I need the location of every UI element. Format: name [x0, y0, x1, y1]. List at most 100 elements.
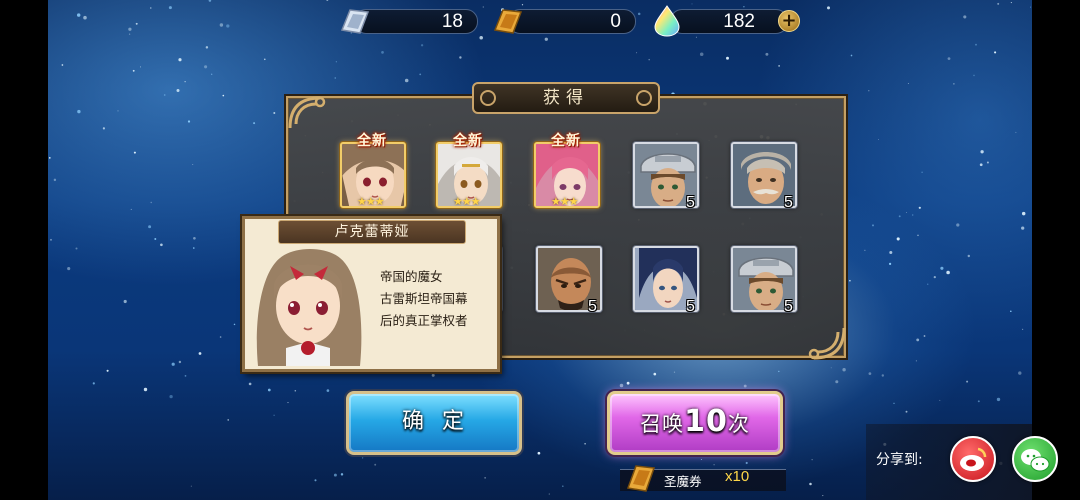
star-particle: [192, 163, 194, 166]
star-particle: [184, 375, 187, 377]
star-particle: [893, 402, 895, 404]
star-particle: [168, 6, 172, 10]
star-particle: [294, 389, 297, 392]
add-crystal-button[interactable]: +: [778, 10, 800, 32]
character-card[interactable]: ★★★: [340, 142, 406, 208]
duplicate-count: 5: [686, 298, 695, 315]
star-particle: [827, 6, 830, 10]
blue-ticket-icon: [340, 9, 370, 34]
star-particle: [102, 127, 105, 130]
character-card[interactable]: ★★★: [534, 142, 600, 208]
title-ornament-right: [636, 90, 652, 106]
star-particle: [340, 473, 344, 476]
description-line: 帝国的魔女: [380, 269, 443, 284]
star-particle: [106, 369, 109, 372]
star-particle: [907, 83, 909, 84]
star-particle: [537, 451, 541, 455]
star-particle: [198, 352, 202, 355]
star-particle: [50, 238, 52, 241]
star-particle: [979, 163, 983, 167]
star-particle: [939, 399, 941, 401]
star-particle: [211, 73, 213, 75]
star-particle: [117, 110, 119, 112]
ticket-multiplier: x10: [725, 468, 750, 485]
star-particle: [871, 224, 875, 227]
star-particle: [171, 362, 175, 366]
star-particle: [419, 73, 422, 76]
panel-title: 获得: [472, 82, 660, 114]
star-particle: [253, 122, 256, 125]
rarity-stars: ★★★: [551, 195, 579, 208]
star-particle: [996, 397, 1001, 402]
star-particle: [636, 52, 638, 54]
star-particle: [637, 12, 641, 16]
description-line: 古雷斯坦帝国幕: [380, 291, 468, 306]
star-particle: [691, 3, 693, 5]
star-particle: [994, 51, 997, 54]
panel-title-text: 获得: [543, 88, 589, 108]
star-particle: [163, 94, 166, 96]
star-particle: [226, 24, 230, 28]
game-screen: 18 0 182 + 获得 ★★★ 全新 ★★★ 全新 ★★★ 全新 5 5 5…: [0, 0, 1080, 500]
star-particle: [83, 15, 87, 20]
star-particle: [765, 52, 769, 56]
star-particle: [1010, 310, 1012, 313]
star-particle: [176, 89, 180, 92]
star-particle: [986, 161, 989, 164]
new-badge: 全新: [357, 133, 387, 149]
weibo-share-button[interactable]: [950, 436, 996, 482]
confirm-button[interactable]: 确定: [346, 391, 522, 455]
star-particle: [326, 0, 329, 2]
wechat-share-button[interactable]: [1012, 436, 1058, 482]
character-card[interactable]: ★★★: [436, 142, 502, 208]
star-particle: [648, 58, 650, 61]
star-particle: [700, 458, 702, 461]
star-particle: [404, 78, 409, 83]
star-particle: [923, 335, 926, 337]
panel-corner-ornament-top-left: [288, 96, 326, 129]
star-particle: [479, 35, 483, 40]
star-particle: [927, 283, 929, 285]
star-particle: [912, 214, 914, 216]
star-particle: [361, 457, 364, 459]
ticket-label: 圣魔券: [664, 474, 702, 489]
star-particle: [133, 151, 136, 154]
star-particle: [381, 51, 384, 54]
star-particle: [227, 419, 230, 421]
summon-10-button[interactable]: 召唤10次: [607, 391, 783, 455]
star-particle: [917, 234, 919, 237]
star-particle: [830, 367, 832, 369]
star-particle: [653, 372, 657, 376]
new-badge: 全新: [551, 133, 581, 149]
right-letterbox: [1032, 0, 1080, 500]
star-particle: [178, 360, 182, 364]
star-particle: [778, 65, 780, 67]
star-particle: [953, 83, 955, 85]
star-particle: [699, 52, 704, 57]
star-particle: [128, 27, 132, 31]
star-particle: [1010, 2, 1012, 4]
star-particle: [130, 208, 132, 210]
description-line: 后的真正掌权者: [380, 313, 468, 328]
star-particle: [205, 46, 209, 49]
title-ornament-left: [480, 90, 496, 106]
new-badge: 全新: [453, 133, 483, 149]
star-particle: [967, 254, 971, 258]
star-particle: [92, 382, 95, 385]
star-particle: [333, 473, 337, 477]
star-particle: [76, 13, 81, 17]
gold-ticket-counter: 0: [508, 9, 636, 34]
star-particle: [154, 238, 157, 240]
star-particle: [544, 37, 548, 41]
star-particle: [140, 66, 141, 68]
star-particle: [431, 373, 435, 377]
star-particle: [713, 464, 715, 466]
duplicate-count: 5: [686, 194, 695, 211]
star-particle: [980, 150, 984, 154]
duplicate-count: 5: [784, 298, 793, 315]
star-particle: [326, 389, 330, 392]
star-particle: [881, 374, 884, 377]
star-particle: [77, 109, 81, 114]
star-particle: [335, 61, 337, 63]
star-particle: [916, 338, 920, 342]
